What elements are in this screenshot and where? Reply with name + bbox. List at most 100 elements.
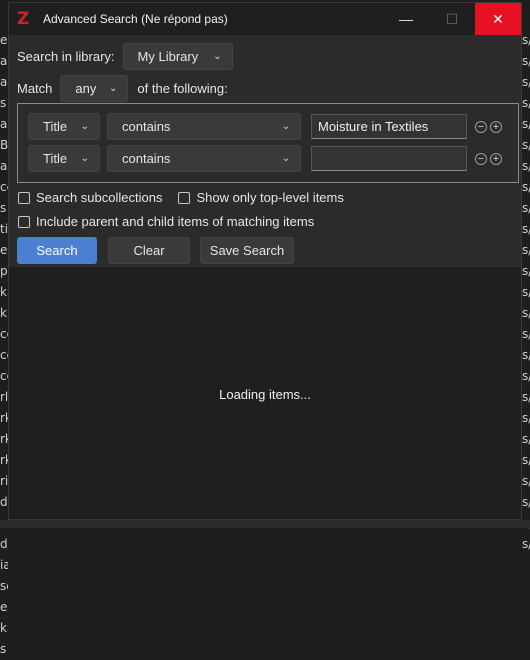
- chevron-down-icon: ⌄: [81, 121, 89, 132]
- save-search-button[interactable]: Save Search: [200, 237, 294, 264]
- background-text-fragment: s/: [522, 219, 530, 240]
- match-suffix-label: of the following:: [137, 81, 227, 96]
- match-dropdown-value: any: [75, 81, 96, 96]
- conditions-box: Title ⌄ contains ⌄ Moisture in Textiles …: [17, 103, 519, 183]
- background-text-fragment: s/: [522, 240, 530, 261]
- background-text-fragment: e: [0, 597, 8, 618]
- background-text-fragment: B: [0, 135, 8, 156]
- background-text-fragment: se: [0, 576, 8, 597]
- library-dropdown-value: My Library: [138, 49, 199, 64]
- close-button[interactable]: ✕: [475, 3, 521, 35]
- search-button[interactable]: Search: [17, 237, 97, 264]
- background-text-fragment: s: [0, 198, 8, 219]
- minimize-icon: —: [399, 11, 413, 27]
- include-parent-child-option[interactable]: Include parent and child items of matchi…: [18, 214, 314, 229]
- background-text-fragment: s/: [522, 135, 530, 156]
- background-text-fragment: s/: [522, 114, 530, 135]
- background-text-fragment: rk: [0, 429, 8, 450]
- background-text-fragment: s/: [522, 156, 530, 177]
- maximize-icon: ☐: [446, 11, 459, 28]
- background-text-fragment: ce: [0, 177, 8, 198]
- condition-operator-dropdown[interactable]: contains ⌄: [107, 113, 301, 140]
- chevron-down-icon: ⌄: [282, 121, 290, 132]
- match-row: Match any ⌄ of the following:: [17, 75, 228, 102]
- minus-icon: −: [478, 122, 484, 132]
- background-text-fragment: co: [0, 366, 8, 387]
- background-text-fragment: s: [0, 639, 8, 660]
- background-window-bottom-edge: [0, 520, 530, 528]
- zotero-app-icon: Z: [17, 11, 33, 27]
- title-bar[interactable]: Z Advanced Search (Ne répond pas) — ☐ ✕: [9, 3, 521, 35]
- condition-field-dropdown[interactable]: Title ⌄: [28, 113, 100, 140]
- options-row-1: Search subcollections Show only top-leve…: [18, 190, 344, 205]
- remove-condition-button[interactable]: −: [475, 121, 487, 133]
- background-text-fragment: s/: [522, 261, 530, 282]
- plus-icon: +: [493, 122, 499, 132]
- background-text-fragment: s/: [522, 177, 530, 198]
- include-parent-child-checkbox[interactable]: [18, 216, 30, 228]
- remove-condition-button[interactable]: −: [475, 153, 487, 165]
- background-text-fragment: rk: [0, 408, 8, 429]
- add-condition-button[interactable]: +: [490, 153, 502, 165]
- background-window-left-edge: eaasaBacestiepkkcococorlrkrkrkridradiase…: [0, 30, 8, 660]
- background-text-fragment: e: [0, 30, 8, 51]
- background-text-fragment: ti: [0, 219, 8, 240]
- condition-operator-dropdown[interactable]: contains ⌄: [107, 145, 301, 172]
- search-in-label: Search in library:: [17, 49, 115, 64]
- background-text-fragment: ia: [0, 555, 8, 576]
- background-text-fragment: k: [0, 618, 8, 639]
- background-text-fragment: d: [0, 534, 8, 555]
- maximize-button[interactable]: ☐: [429, 3, 475, 35]
- search-subcollections-checkbox[interactable]: [18, 192, 30, 204]
- actions-row: Search Clear Save Search: [17, 237, 294, 264]
- chevron-down-icon: ⌄: [81, 153, 89, 164]
- top-level-option[interactable]: Show only top-level items: [178, 190, 343, 205]
- background-text-fragment: s/: [522, 471, 530, 492]
- background-text-fragment: a: [0, 51, 8, 72]
- background-text-fragment: k: [0, 282, 8, 303]
- background-text-fragment: s/: [522, 366, 530, 387]
- close-icon: ✕: [492, 11, 504, 28]
- advanced-search-window: Z Advanced Search (Ne répond pas) — ☐ ✕ …: [8, 2, 522, 520]
- condition-value-input[interactable]: [311, 146, 467, 171]
- minus-icon: −: [478, 154, 484, 164]
- background-text-fragment: s/: [522, 51, 530, 72]
- background-text-fragment: s/: [522, 198, 530, 219]
- background-text-fragment: s/: [522, 324, 530, 345]
- background-text-fragment: s/: [522, 93, 530, 114]
- condition-field-value: Title: [43, 119, 67, 134]
- background-text-fragment: k: [0, 303, 8, 324]
- background-text-fragment: s/: [522, 534, 530, 555]
- search-form: Search in library: My Library ⌄ Match an…: [9, 35, 521, 267]
- background-text-fragment: ri: [0, 471, 8, 492]
- background-text-fragment: s/: [522, 492, 530, 513]
- match-dropdown[interactable]: any ⌄: [60, 75, 128, 102]
- background-text-fragment: a: [0, 156, 8, 177]
- search-in-row: Search in library: My Library ⌄: [17, 43, 233, 70]
- background-text-fragment: co: [0, 345, 8, 366]
- background-text-fragment: s/: [522, 282, 530, 303]
- add-condition-button[interactable]: +: [490, 121, 502, 133]
- plus-icon: +: [493, 154, 499, 164]
- background-text-fragment: s/: [522, 345, 530, 366]
- loading-status: Loading items...: [0, 387, 530, 402]
- search-subcollections-option[interactable]: Search subcollections: [18, 190, 162, 205]
- match-label: Match: [17, 81, 52, 96]
- chevron-down-icon: ⌄: [109, 83, 117, 94]
- background-text-fragment: s/: [522, 303, 530, 324]
- top-level-label: Show only top-level items: [196, 190, 343, 205]
- search-subcollections-label: Search subcollections: [36, 190, 162, 205]
- condition-field-dropdown[interactable]: Title ⌄: [28, 145, 100, 172]
- chevron-down-icon: ⌄: [213, 51, 221, 62]
- condition-row: Title ⌄ contains ⌄ − +: [28, 145, 502, 172]
- include-parent-child-label: Include parent and child items of matchi…: [36, 214, 314, 229]
- condition-operator-value: contains: [122, 119, 170, 134]
- top-level-checkbox[interactable]: [178, 192, 190, 204]
- clear-button[interactable]: Clear: [108, 237, 190, 264]
- options-row-2: Include parent and child items of matchi…: [18, 214, 314, 229]
- library-dropdown[interactable]: My Library ⌄: [123, 43, 233, 70]
- background-text-fragment: s/: [522, 72, 530, 93]
- background-window-right-edge: s/s/s/s/s/s/s/s/s/s/s/s/s/s/s/s/s/s/s/s/…: [522, 30, 530, 555]
- condition-value-input[interactable]: Moisture in Textiles: [311, 114, 467, 139]
- minimize-button[interactable]: —: [383, 3, 429, 35]
